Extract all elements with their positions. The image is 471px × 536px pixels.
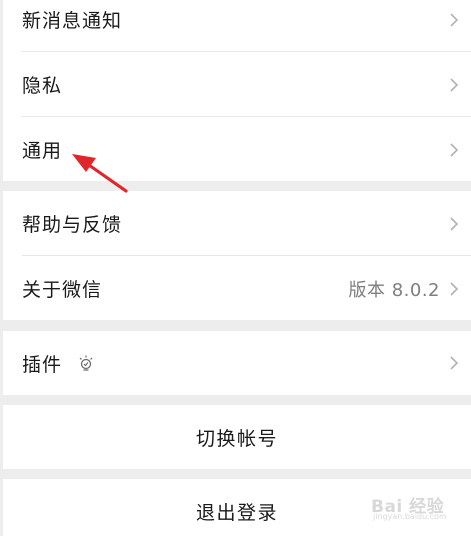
row-general[interactable]: 通用 xyxy=(3,117,471,182)
settings-group-plugins: 插件 xyxy=(3,331,471,395)
chevron-right-icon xyxy=(450,281,459,296)
chevron-right-icon xyxy=(450,142,459,157)
baidu-watermark: Bai 经验 jingyan.baidu.com xyxy=(371,492,463,522)
row-plugins[interactable]: 插件 xyxy=(3,331,471,395)
row-label: 关于微信 xyxy=(22,279,103,301)
settings-page: 新消息通知 隐私 通用 帮助与反馈 关于微信 版本 8.0.2 插件 切换帐号 … xyxy=(0,0,471,536)
row-new-message-notifications[interactable]: 新消息通知 xyxy=(3,0,471,52)
settings-group-help: 帮助与反馈 关于微信 版本 8.0.2 xyxy=(3,191,471,320)
version-value: 版本 8.0.2 xyxy=(348,279,440,301)
switch-account-label: 切换帐号 xyxy=(195,427,278,450)
row-about-wechat[interactable]: 关于微信 版本 8.0.2 xyxy=(3,256,471,321)
switch-account-button[interactable]: 切换帐号 xyxy=(3,405,471,469)
row-label: 插件 xyxy=(22,353,63,376)
logout-label: 退出登录 xyxy=(195,501,278,524)
row-label: 新消息通知 xyxy=(22,10,123,32)
settings-group-general: 新消息通知 隐私 通用 xyxy=(3,0,471,181)
row-label: 帮助与反馈 xyxy=(22,214,123,236)
row-label: 通用 xyxy=(22,140,63,162)
bulb-icon xyxy=(79,355,93,371)
row-help-feedback[interactable]: 帮助与反馈 xyxy=(3,191,471,256)
chevron-right-icon xyxy=(450,356,459,370)
chevron-right-icon xyxy=(450,77,459,92)
chevron-right-icon xyxy=(450,216,459,231)
row-privacy[interactable]: 隐私 xyxy=(3,52,471,117)
row-label: 隐私 xyxy=(22,75,63,97)
watermark-sub-text: jingyan.baidu.com xyxy=(373,512,447,521)
chevron-right-icon xyxy=(450,12,459,27)
